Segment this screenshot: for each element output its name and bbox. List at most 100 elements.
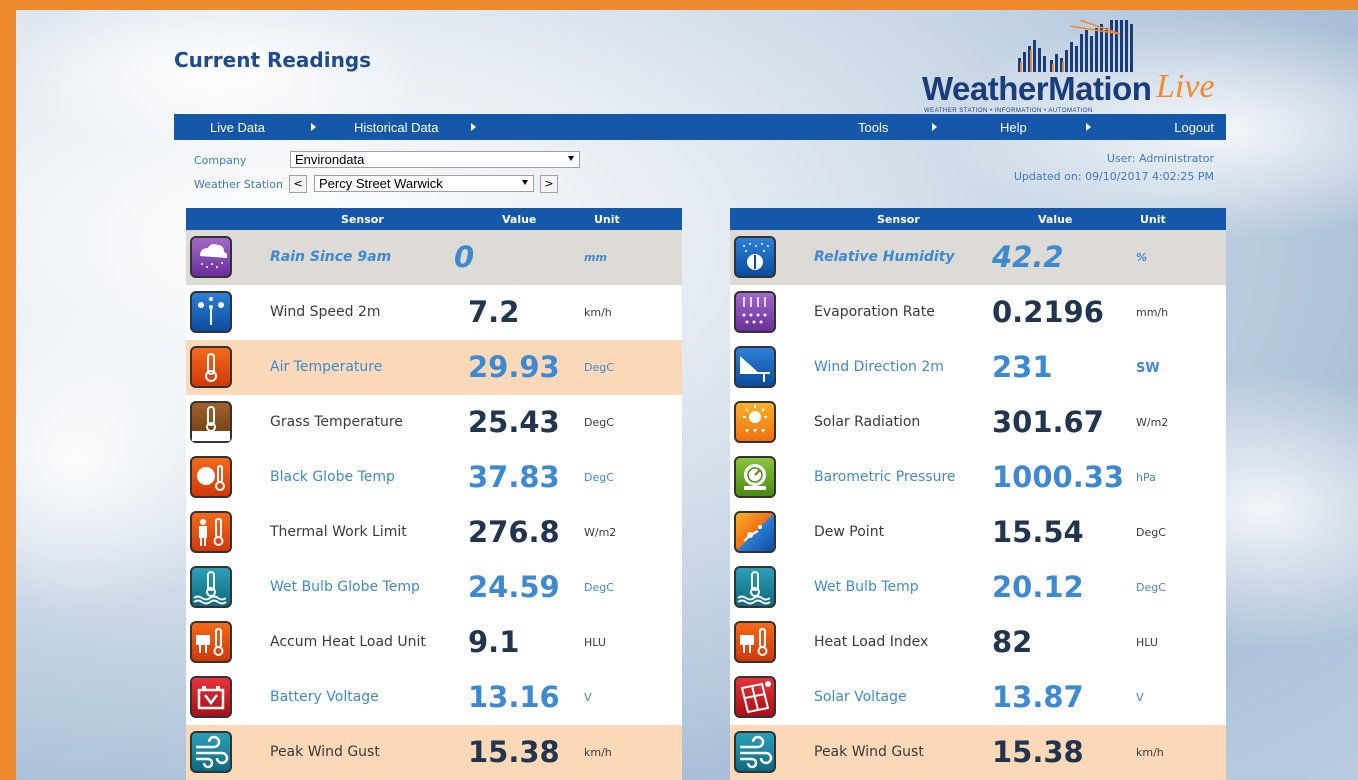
sensor-value: 231 <box>992 350 1053 384</box>
weather-station-select-value: Percy Street Warwick <box>319 176 443 191</box>
sensor-name: Wind Speed 2m <box>270 304 381 320</box>
table-header: Sensor Value Unit <box>730 208 1226 230</box>
page-background: Current Readings WeatherMation Live WEAT… <box>16 10 1358 780</box>
logo-bars-icon <box>1018 20 1133 72</box>
sensor-value: 9.1 <box>468 625 520 659</box>
table-row[interactable]: Wet Bulb Temp 20.12 DegC <box>730 560 1226 615</box>
table-row[interactable]: Solar Radiation 301.67 W/m2 <box>730 395 1226 450</box>
table-row[interactable]: Rain Since 9am 0 mm <box>186 230 682 285</box>
nav-historical-data[interactable]: Historical Data <box>354 120 439 135</box>
sensor-name: Thermal Work Limit <box>270 524 407 540</box>
sensor-unit: mm <box>584 251 607 264</box>
right-readings-table: Sensor Value Unit Relative Humidity 42.2… <box>730 208 1226 780</box>
humidity-icon <box>734 236 776 278</box>
table-row[interactable]: Air Temperature 29.93 DegC <box>186 340 682 395</box>
table-row[interactable]: Relative Humidity 42.2 % <box>730 230 1226 285</box>
table-row[interactable]: Accum Heat Load Unit 9.1 HLU <box>186 615 682 670</box>
rain-icon <box>190 236 232 278</box>
sensor-name: Barometric Pressure <box>814 469 956 485</box>
table-row[interactable]: Peak Wind Gust 15.38 km/h <box>186 725 682 780</box>
thermometer-icon <box>190 346 232 388</box>
nav-help-arrow-icon <box>1086 123 1091 131</box>
table-row[interactable]: Solar Voltage 13.87 V <box>730 670 1226 725</box>
chevron-down-icon <box>568 156 574 161</box>
sensor-unit: DegC <box>1136 581 1166 594</box>
wind-gust-icon <box>734 731 776 773</box>
sensor-value: 276.8 <box>468 515 560 549</box>
table-row[interactable]: Dew Point 15.54 DegC <box>730 505 1226 560</box>
table-row[interactable]: Wind Speed 2m 7.2 km/h <box>186 285 682 340</box>
logo-wordmark: WeatherMation <box>922 70 1152 107</box>
company-select[interactable]: Environdata <box>290 151 580 168</box>
sensor-unit: DegC <box>584 361 614 374</box>
table-row[interactable]: Wet Bulb Globe Temp 24.59 DegC <box>186 560 682 615</box>
next-station-button[interactable]: > <box>540 175 558 193</box>
sensor-unit: SW <box>1136 361 1160 376</box>
page-title: Current Readings <box>174 48 372 72</box>
company-label: Company <box>194 154 247 167</box>
table-row[interactable]: Peak Wind Gust 15.38 km/h <box>730 725 1226 780</box>
sensor-unit: hPa <box>1136 471 1156 484</box>
logo-live-text: Live <box>1156 68 1215 105</box>
sensor-name: Wet Bulb Temp <box>814 579 919 595</box>
sensor-column-header: Sensor <box>341 213 384 226</box>
cattle-heat-icon <box>190 621 232 663</box>
chevron-down-icon <box>522 180 528 185</box>
table-row[interactable]: Evaporation Rate 0.2196 mm/h <box>730 285 1226 340</box>
sensor-value: 20.12 <box>992 570 1084 604</box>
sensor-unit: HLU <box>584 636 606 649</box>
sensor-name: Battery Voltage <box>270 689 379 705</box>
sensor-value: 37.83 <box>468 460 560 494</box>
value-column-header: Value <box>502 213 537 226</box>
table-header: Sensor Value Unit <box>186 208 682 230</box>
sensor-name: Relative Humidity <box>814 249 955 265</box>
sensor-unit: W/m2 <box>1136 416 1169 429</box>
sensor-unit: % <box>1136 251 1148 264</box>
nav-live-data-arrow-icon <box>311 123 316 131</box>
table-row[interactable]: Battery Voltage 13.16 V <box>186 670 682 725</box>
worker-thermometer-icon <box>190 511 232 553</box>
sensor-value: 15.54 <box>992 515 1084 549</box>
sensor-name: Grass Temperature <box>270 414 403 430</box>
sensor-name: Wet Bulb Globe Temp <box>270 579 420 595</box>
nav-historical-data-arrow-icon <box>471 123 476 131</box>
sensor-unit: DegC <box>584 581 614 594</box>
table-row[interactable]: Wind Direction 2m 231 SW <box>730 340 1226 395</box>
sensor-unit: W/m2 <box>584 526 617 539</box>
sensor-value: 301.67 <box>992 405 1104 439</box>
weather-station-select[interactable]: Percy Street Warwick <box>314 175 534 192</box>
sensor-name: Heat Load Index <box>814 634 929 650</box>
sensor-name: Peak Wind Gust <box>814 744 924 760</box>
nav-help[interactable]: Help <box>1000 120 1027 135</box>
sensor-name: Dew Point <box>814 524 885 540</box>
barometer-icon <box>734 456 776 498</box>
table-row[interactable]: Heat Load Index 82 HLU <box>730 615 1226 670</box>
sensor-value: 0 <box>454 240 475 274</box>
user-label: User: Administrator <box>1106 152 1214 165</box>
table-row[interactable]: Thermal Work Limit 276.8 W/m2 <box>186 505 682 560</box>
table-row[interactable]: Black Globe Temp 37.83 DegC <box>186 450 682 505</box>
sensor-value: 29.93 <box>468 350 560 384</box>
previous-station-button[interactable]: < <box>289 175 307 193</box>
sensor-unit: DegC <box>1136 526 1166 539</box>
sensor-name: Wind Direction 2m <box>814 359 944 375</box>
solar-panel-icon <box>734 676 776 718</box>
table-row[interactable]: Grass Temperature 25.43 DegC <box>186 395 682 450</box>
sensor-name: Air Temperature <box>270 359 383 375</box>
sensor-value: 15.38 <box>992 735 1084 769</box>
nav-tools[interactable]: Tools <box>858 120 888 135</box>
sensor-value: 13.16 <box>468 680 560 714</box>
left-readings-table: Sensor Value Unit Rain Since 9am 0 mm Wi… <box>186 208 682 780</box>
sensor-unit: km/h <box>1136 746 1164 759</box>
nav-logout[interactable]: Logout <box>1174 120 1214 135</box>
sensor-unit: mm/h <box>1136 306 1169 319</box>
wind-direction-icon <box>734 346 776 388</box>
table-row[interactable]: Barometric Pressure 1000.33 hPa <box>730 450 1226 505</box>
sensor-unit: V <box>584 691 592 704</box>
sensor-name: Accum Heat Load Unit <box>270 634 426 650</box>
nav-live-data[interactable]: Live Data <box>210 120 265 135</box>
updated-timestamp: Updated on: 09/10/2017 4:02:25 PM <box>1013 170 1214 183</box>
anemometer-icon <box>190 291 232 333</box>
sensor-name: Solar Radiation <box>814 414 921 430</box>
sensor-unit: DegC <box>584 416 614 429</box>
